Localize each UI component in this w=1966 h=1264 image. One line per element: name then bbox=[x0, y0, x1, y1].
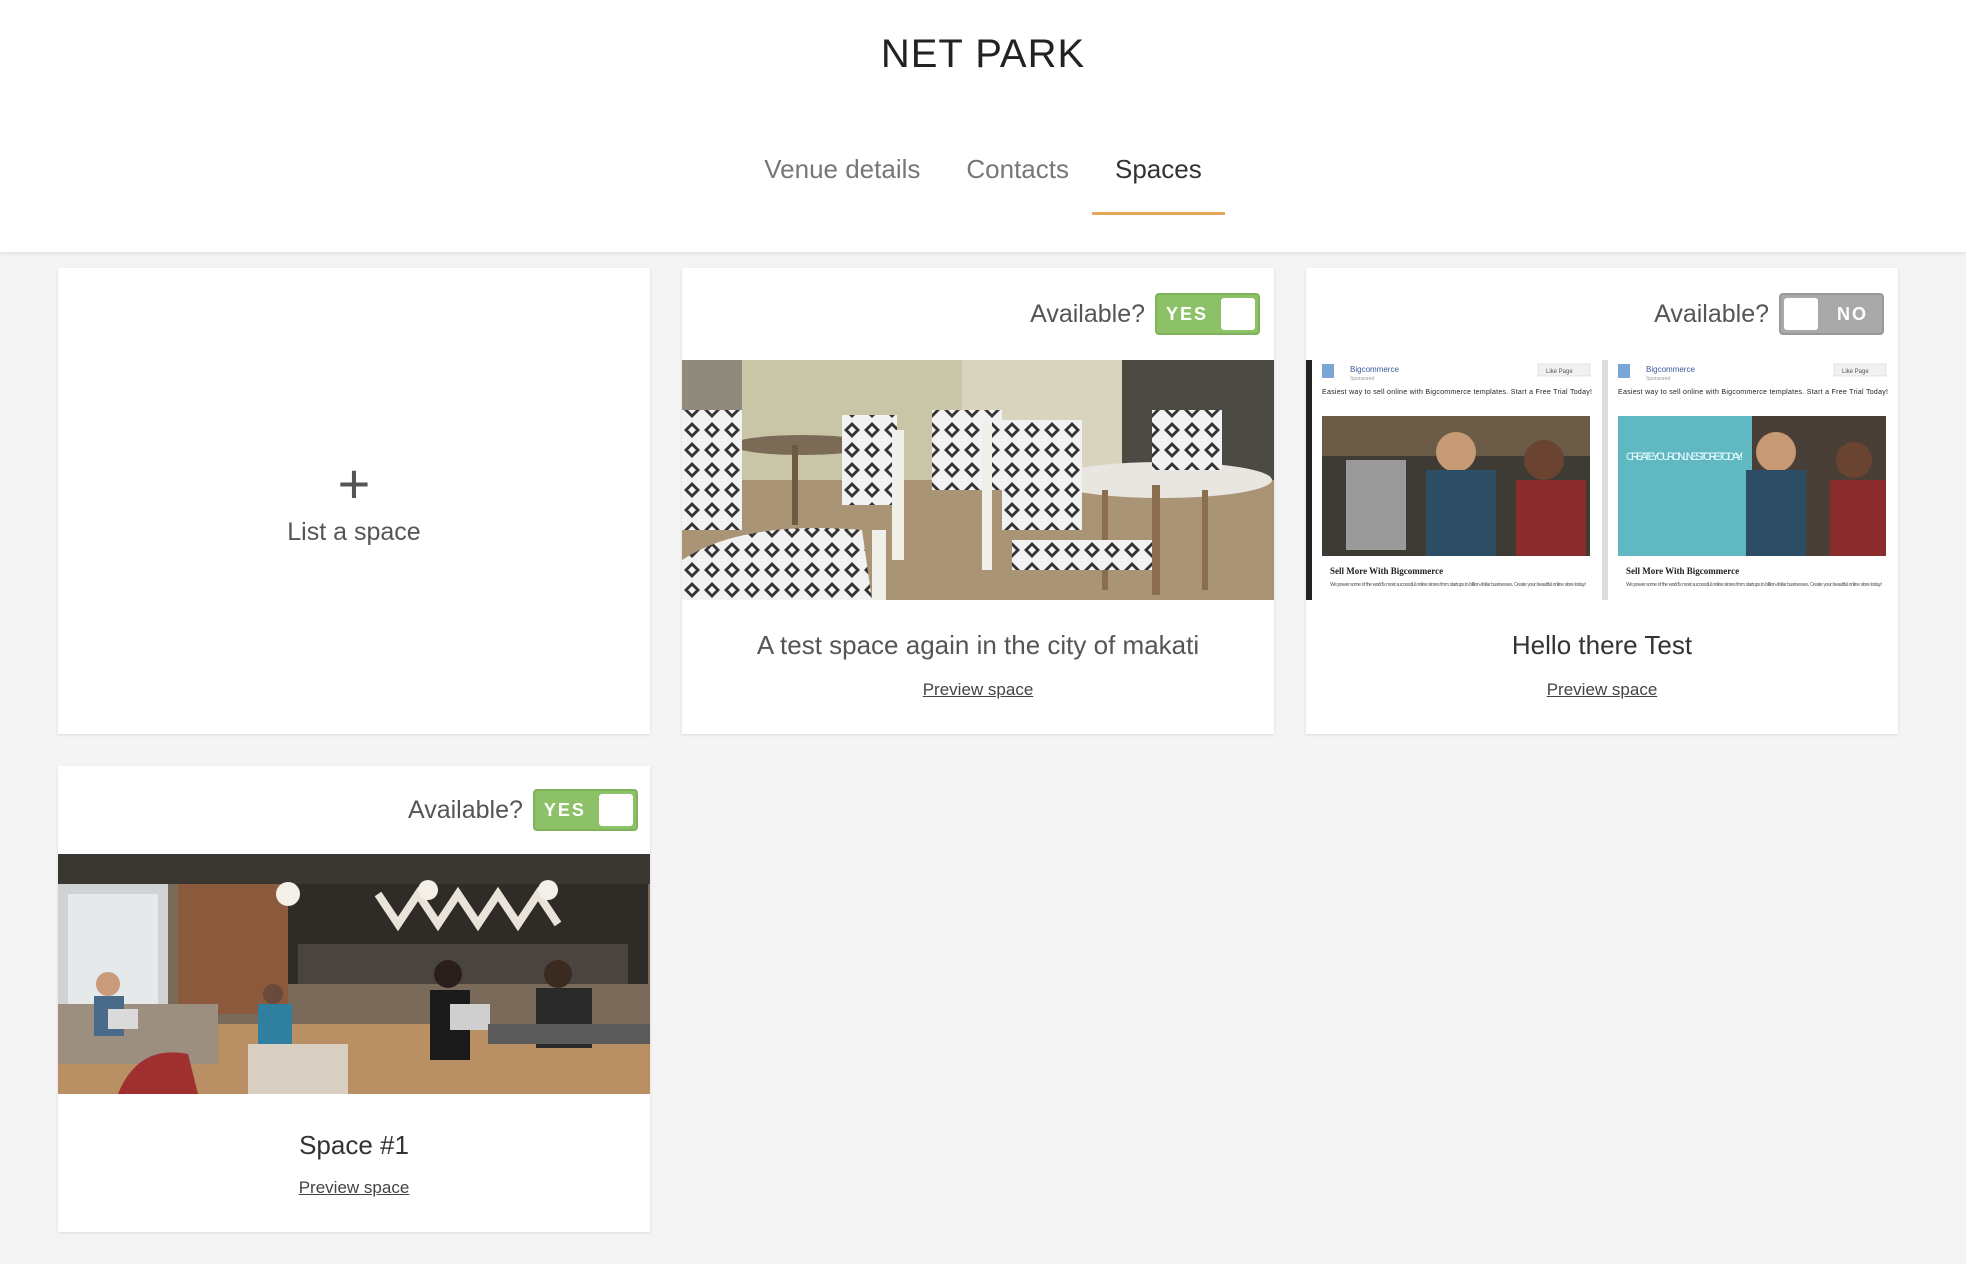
toggle-state-text: YES bbox=[543, 800, 586, 820]
space-card: Available? YES bbox=[58, 766, 650, 1232]
space-photo-coworking bbox=[58, 854, 650, 1094]
toggle-state-text: YES bbox=[1166, 304, 1209, 324]
space-photo-cafe-chairs bbox=[682, 360, 1274, 600]
available-label: Available? bbox=[408, 795, 523, 824]
preview-space-link[interactable]: Preview space bbox=[58, 1178, 650, 1198]
space-title: Hello there Test bbox=[1511, 630, 1693, 660]
list-space-button[interactable]: + List a space bbox=[58, 268, 650, 734]
ad-body: We power some of the world's most succes… bbox=[1330, 582, 1586, 588]
availability-control: Available? YES bbox=[408, 789, 638, 831]
ad-headline: Sell More With Bigcommerce bbox=[1626, 566, 1739, 576]
toggle-knob bbox=[1221, 298, 1255, 330]
toggle-knob bbox=[1784, 298, 1818, 330]
availability-control: Available? YES bbox=[1030, 293, 1260, 335]
list-space-label: List a space bbox=[287, 517, 421, 546]
space-title: Space #1 bbox=[299, 1130, 409, 1160]
ad-like-page: Like Page bbox=[1842, 369, 1869, 375]
preview-space-link[interactable]: Preview space bbox=[682, 680, 1274, 700]
list-space-card[interactable]: + List a space bbox=[58, 268, 650, 734]
availability-toggle[interactable]: NO bbox=[1779, 293, 1884, 335]
available-label: Available? bbox=[1030, 299, 1145, 328]
ad-copy: Easiest way to sell online with Bigcomme… bbox=[1322, 389, 1592, 396]
availability-toggle[interactable]: YES bbox=[532, 789, 638, 831]
ad-sponsored: Sponsored bbox=[1350, 376, 1374, 382]
venue-title: NET PARK bbox=[880, 32, 1086, 76]
space-photo-ad-screenshot: Bigcommerce Sponsored Like Page Easiest … bbox=[1306, 360, 1898, 600]
venue-tabs: Venue details Contacts Spaces bbox=[0, 150, 1966, 215]
toggle-state-text: NO bbox=[1837, 304, 1868, 324]
toggle-knob bbox=[598, 794, 633, 826]
available-label: Available? bbox=[1654, 299, 1769, 328]
space-title: A test space again in the city of makati bbox=[756, 630, 1200, 660]
tab-spaces[interactable]: Spaces bbox=[1092, 150, 1225, 215]
availability-control: Available? NO bbox=[1654, 293, 1884, 335]
plus-icon: + bbox=[337, 451, 371, 515]
ad-body: We power some of the world's most succes… bbox=[1626, 582, 1882, 588]
tab-contacts[interactable]: Contacts bbox=[943, 150, 1092, 215]
space-card: Available? NO Bigcommerce Sponsored Like… bbox=[1306, 268, 1898, 734]
ad-sponsored: Sponsored bbox=[1646, 376, 1670, 382]
availability-toggle[interactable]: YES bbox=[1155, 293, 1260, 335]
ad-copy: Easiest way to sell online with Bigcomme… bbox=[1618, 389, 1888, 396]
tab-venue-details[interactable]: Venue details bbox=[741, 150, 943, 215]
space-card: Available? YES bbox=[682, 268, 1274, 734]
ad-brand: Bigcommerce bbox=[1350, 365, 1399, 374]
preview-space-link[interactable]: Preview space bbox=[1306, 680, 1898, 700]
ad-like-page: Like Page bbox=[1546, 369, 1573, 375]
venue-header: NET PARK Venue details Contacts Spaces bbox=[0, 0, 1966, 253]
ad-brand: Bigcommerce bbox=[1646, 365, 1695, 374]
ad-headline: Sell More With Bigcommerce bbox=[1330, 566, 1443, 576]
ad-banner-text: CREATE YOUR ONLINE STORE TODAY! bbox=[1626, 451, 1746, 463]
